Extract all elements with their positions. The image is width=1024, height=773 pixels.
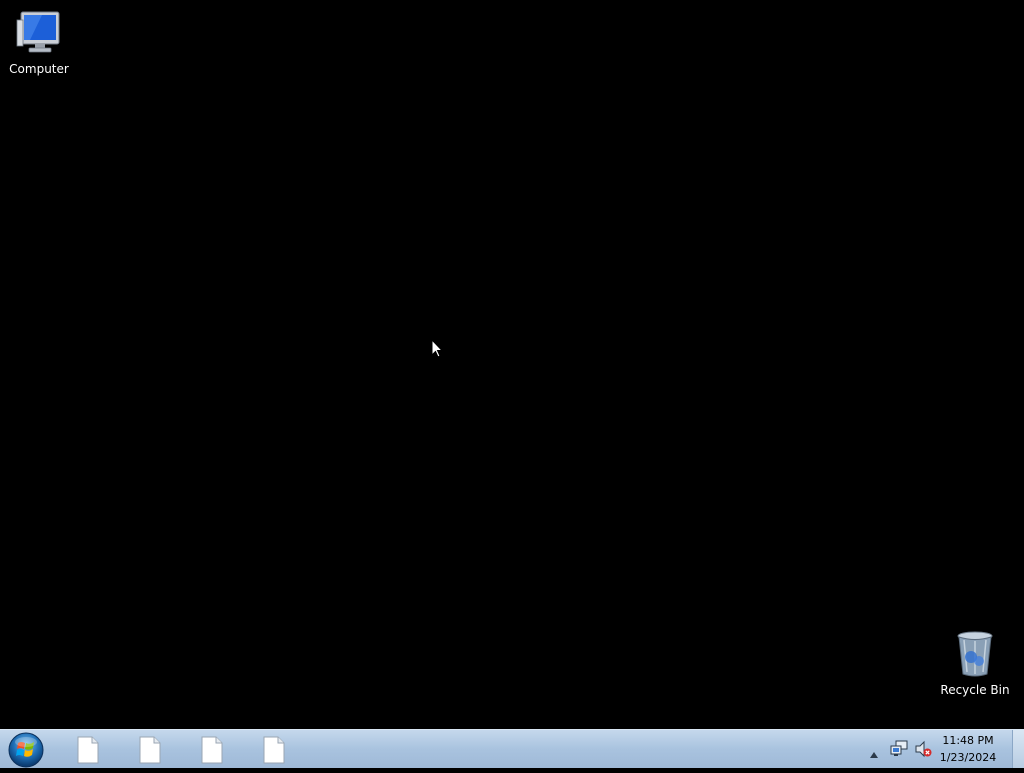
desktop: Computer Recycle Bin [0, 0, 1024, 729]
volume-muted-icon [915, 740, 932, 758]
start-button[interactable] [7, 731, 47, 769]
arrow-up-icon [870, 752, 878, 758]
mouse-cursor-icon [431, 338, 444, 362]
show-desktop-button[interactable] [1012, 730, 1024, 768]
desktop-icon-recycle-bin[interactable]: Recycle Bin [937, 631, 1013, 697]
show-hidden-icons-button[interactable] [869, 744, 879, 763]
taskbar-button[interactable] [61, 734, 115, 765]
taskbar-button[interactable] [185, 734, 239, 765]
desktop-icon-label: Recycle Bin [940, 683, 1010, 697]
blank-document-icon [139, 736, 161, 763]
taskbar-button[interactable] [123, 734, 177, 765]
notification-area: 11:48 PM 1/23/2024 [860, 730, 1024, 768]
blank-document-icon [201, 736, 223, 763]
desktop-icon-label: Computer [9, 62, 69, 76]
clock-time: 11:48 PM [942, 734, 994, 747]
recycle-bin-icon [937, 631, 1013, 680]
taskbar-button[interactable] [247, 734, 301, 765]
blank-document-icon [263, 736, 285, 763]
taskbar-clock[interactable]: 11:48 PM 1/23/2024 [932, 732, 1004, 766]
taskbar: 11:48 PM 1/23/2024 [0, 729, 1024, 768]
network-tray-icon[interactable] [890, 740, 908, 762]
volume-tray-icon[interactable] [914, 740, 932, 762]
clock-date: 1/23/2024 [939, 751, 997, 764]
network-icon [890, 740, 908, 756]
blank-document-icon [77, 736, 99, 763]
computer-icon [1, 8, 77, 59]
desktop-icon-computer[interactable]: Computer [1, 8, 77, 76]
windows-start-orb-icon [8, 732, 44, 768]
